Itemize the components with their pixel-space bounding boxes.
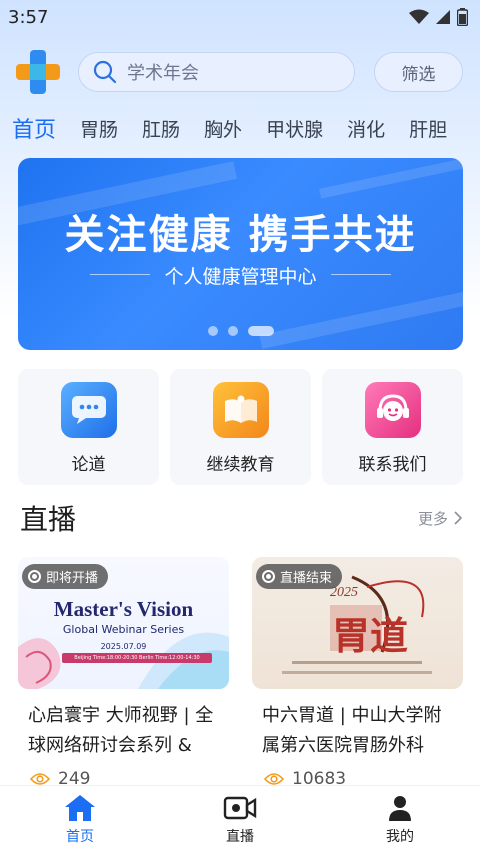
tab-home[interactable]: 首页 bbox=[0, 112, 68, 144]
category-tabs: 首页 胃肠 肛肠 胸外 甲状腺 消化 肝胆 bbox=[0, 104, 480, 152]
pagination-dot[interactable] bbox=[207, 326, 218, 336]
pagination-dot-active[interactable] bbox=[247, 326, 274, 336]
live-status-icon bbox=[28, 570, 41, 583]
tab-anorectal[interactable]: 肛肠 bbox=[130, 115, 192, 142]
tab-gastrointestinal[interactable]: 胃肠 bbox=[68, 115, 130, 142]
banner-pagination bbox=[18, 326, 463, 336]
badge-label: 即将开播 bbox=[46, 571, 99, 586]
live-card[interactable]: 即将开播 Master's Vision Global Webinar Seri… bbox=[18, 557, 229, 789]
live-card-title: 心启寰宇 大师视野 | 全球网络研讨会系列 & 2… bbox=[28, 705, 214, 756]
eye-icon bbox=[264, 773, 284, 785]
status-badge: 即将开播 bbox=[22, 564, 109, 589]
status-icons bbox=[409, 8, 468, 26]
customer-service-icon bbox=[364, 382, 421, 438]
app-logo-icon bbox=[16, 50, 60, 94]
bottom-navigation: 首页 直播 我的 bbox=[0, 785, 480, 853]
thumbnail-year: 2025 bbox=[330, 585, 358, 600]
banner-subtitle: 个人健康管理中心 bbox=[164, 266, 317, 288]
nav-home[interactable]: 首页 bbox=[20, 794, 140, 846]
badge-label: 直播结束 bbox=[280, 571, 333, 586]
tab-hepatobiliary[interactable]: 肝胆 bbox=[397, 115, 459, 142]
nav-label: 直播 bbox=[226, 828, 254, 845]
thumbnail-date: 2025.07.09 bbox=[100, 642, 147, 651]
profile-icon bbox=[389, 795, 411, 821]
nav-label: 我的 bbox=[386, 828, 414, 845]
nav-label: 首页 bbox=[66, 828, 94, 845]
quick-action-label: 论道 bbox=[71, 455, 106, 475]
quick-action-contact[interactable]: 联系我们 bbox=[322, 369, 463, 485]
live-section-header: 直播 更多 bbox=[20, 496, 462, 540]
tab-thyroid[interactable]: 甲状腺 bbox=[254, 115, 335, 142]
chat-bubble-icon bbox=[60, 382, 117, 438]
quick-action-education[interactable]: 继续教育 bbox=[170, 369, 311, 485]
search-icon bbox=[93, 60, 117, 84]
cellular-signal-icon bbox=[436, 10, 450, 24]
search-input[interactable]: 学术年会 bbox=[78, 52, 355, 92]
filter-button[interactable]: 筛选 bbox=[374, 52, 463, 92]
thumbnail-subtitle: Global Webinar Series bbox=[62, 623, 185, 636]
search-row: 学术年会 筛选 bbox=[0, 46, 480, 98]
status-time: 3:57 bbox=[8, 6, 49, 28]
quick-action-label: 继续教育 bbox=[206, 455, 275, 475]
live-thumbnail[interactable]: 即将开播 Master's Vision Global Webinar Seri… bbox=[18, 557, 229, 689]
open-book-icon bbox=[212, 382, 269, 438]
nav-profile[interactable]: 我的 bbox=[340, 794, 460, 846]
quick-action-label: 联系我们 bbox=[358, 455, 427, 475]
tab-thoracic[interactable]: 胸外 bbox=[192, 115, 254, 142]
nav-live[interactable]: 直播 bbox=[180, 794, 300, 846]
quick-action-forum[interactable]: 论道 bbox=[18, 369, 159, 485]
eye-icon bbox=[30, 773, 50, 785]
status-bar: 3:57 bbox=[0, 0, 480, 34]
more-label: 更多 bbox=[417, 509, 448, 528]
live-status-icon bbox=[262, 570, 275, 583]
battery-icon bbox=[457, 8, 468, 26]
banner-title: 关注健康 携手共进 bbox=[64, 212, 417, 258]
more-link[interactable]: 更多 bbox=[418, 508, 462, 529]
chevron-right-icon bbox=[454, 511, 462, 525]
wifi-icon bbox=[409, 9, 429, 24]
live-thumbnail[interactable]: 直播结束 2025 胃道 bbox=[252, 557, 463, 689]
video-camera-icon bbox=[223, 796, 257, 819]
search-placeholder: 学术年会 bbox=[127, 63, 199, 84]
live-card[interactable]: 直播结束 2025 胃道 中六胃道 | 中山大学附属第六医院胃肠外科手… 106… bbox=[252, 557, 463, 789]
pagination-dot[interactable] bbox=[227, 326, 238, 336]
tab-digestive[interactable]: 消化 bbox=[335, 115, 397, 142]
quick-actions: 论道 继续教育 联系我们 bbox=[18, 369, 463, 485]
live-card-title: 中六胃道 | 中山大学附属第六医院胃肠外科手… bbox=[262, 705, 442, 756]
live-section-title: 直播 bbox=[20, 503, 77, 536]
promo-banner[interactable]: 关注健康 携手共进 个人健康管理中心 bbox=[18, 158, 463, 350]
thumbnail-time: Beijing Time:18:00-20:30 Berlin Time:12:… bbox=[62, 653, 212, 663]
thumbnail-title: 胃道 bbox=[332, 613, 409, 658]
thumbnail-title: Master's Vision bbox=[53, 597, 194, 621]
home-icon bbox=[65, 794, 95, 821]
